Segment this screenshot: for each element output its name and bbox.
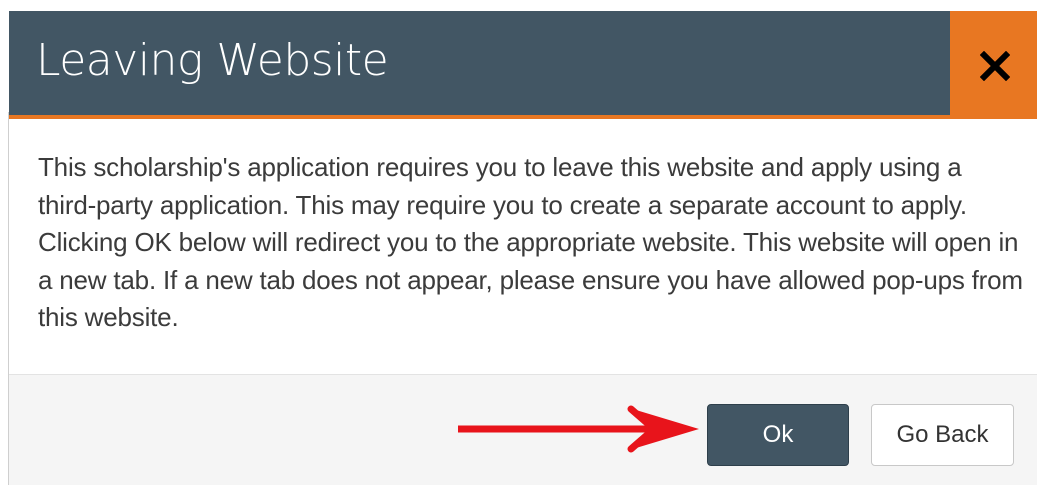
- close-button[interactable]: [950, 11, 1037, 115]
- ok-button[interactable]: Ok: [707, 404, 849, 466]
- background-edge: [0, 0, 8, 485]
- dialog-title: Leaving Website: [36, 35, 389, 86]
- close-x-icon: [980, 51, 1010, 81]
- go-back-button[interactable]: Go Back: [871, 404, 1014, 466]
- dialog-header: Leaving Website: [9, 11, 1037, 119]
- dialog-message: This scholarship's application requires …: [38, 152, 1023, 332]
- page: Leaving Website This scholarship's appli…: [0, 0, 1037, 485]
- red-arrow-icon: [458, 405, 699, 453]
